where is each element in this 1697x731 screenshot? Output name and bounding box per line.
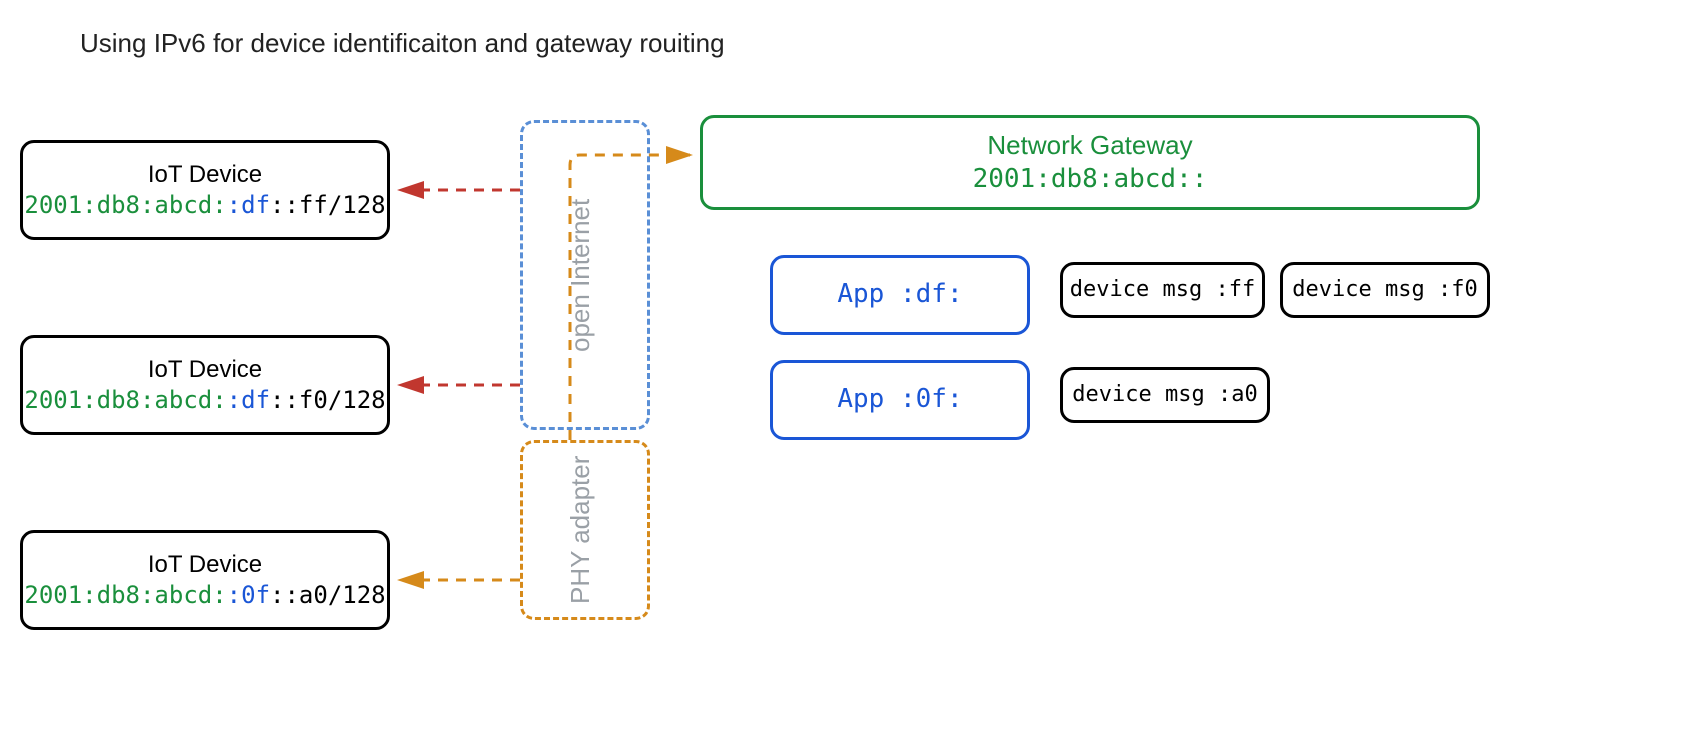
device-msg-a0-label: device msg :a0 <box>1072 381 1257 410</box>
device-msg-f0-label: device msg :f0 <box>1292 276 1477 305</box>
network-gateway-box: Network Gateway 2001:db8:abcd:: <box>700 115 1480 210</box>
iot-device-1-label: IoT Device <box>148 159 262 190</box>
iot-device-2-label: IoT Device <box>148 354 262 385</box>
device-msg-f0-box: device msg :f0 <box>1280 262 1490 318</box>
iot-device-1-box: IoT Device 2001:db8:abcd::df::ff/128 <box>20 140 390 240</box>
iot-device-1-address: 2001:db8:abcd::df::ff/128 <box>24 190 385 221</box>
iot-device-2-address: 2001:db8:abcd::df::f0/128 <box>24 385 385 416</box>
app-0f-label: App :0f: <box>837 383 962 417</box>
iot-device-3-address: 2001:db8:abcd::0f::a0/128 <box>24 580 385 611</box>
device-msg-ff-label: device msg :ff <box>1070 276 1255 305</box>
device-msg-a0-box: device msg :a0 <box>1060 367 1270 423</box>
diagram-canvas: Using IPv6 for device identificaiton and… <box>0 0 1697 731</box>
app-df-box: App :df: <box>770 255 1030 335</box>
open-internet-label: open Internet <box>565 165 596 385</box>
network-gateway-title: Network Gateway <box>987 129 1192 163</box>
diagram-title: Using IPv6 for device identificaiton and… <box>80 28 725 59</box>
network-gateway-address: 2001:db8:abcd:: <box>973 163 1208 197</box>
iot-device-3-label: IoT Device <box>148 549 262 580</box>
app-0f-box: App :0f: <box>770 360 1030 440</box>
iot-device-3-box: IoT Device 2001:db8:abcd::0f::a0/128 <box>20 530 390 630</box>
iot-device-2-box: IoT Device 2001:db8:abcd::df::f0/128 <box>20 335 390 435</box>
app-df-label: App :df: <box>837 278 962 312</box>
device-msg-ff-box: device msg :ff <box>1060 262 1265 318</box>
phy-adapter-label: PHY adapter <box>565 455 596 605</box>
